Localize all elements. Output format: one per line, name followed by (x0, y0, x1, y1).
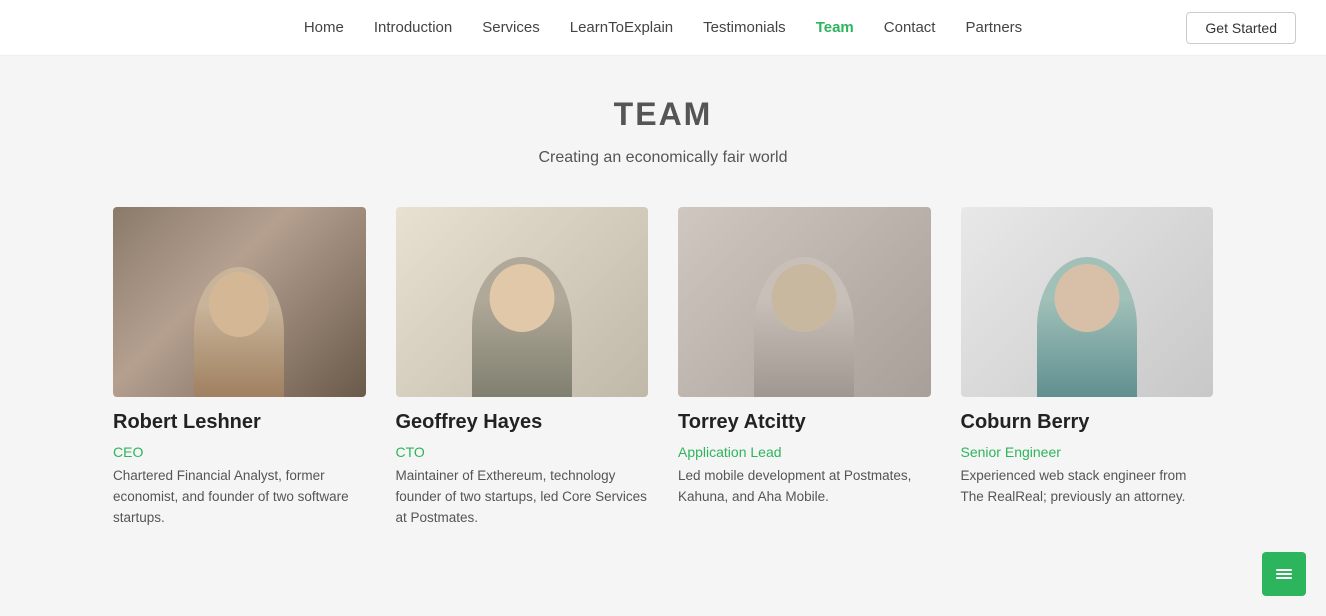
member-name-geoffrey: Geoffrey Hayes (396, 411, 649, 434)
team-card-robert-leshner: Robert Leshner CEO Chartered Financial A… (113, 207, 366, 529)
team-card-coburn-berry: Coburn Berry Senior Engineer Experienced… (961, 207, 1214, 529)
main-content: TEAM Creating an economically fair world… (0, 56, 1326, 616)
member-role-torrey: Application Lead (678, 444, 931, 460)
nav-team[interactable]: Team (816, 19, 854, 36)
member-bio-torrey: Led mobile development at Postmates, Kah… (678, 466, 931, 508)
member-bio-geoffrey: Maintainer of Exthereum, technology foun… (396, 466, 649, 529)
avatar-torrey-atcitty (678, 207, 931, 397)
avatar-coburn-berry (961, 207, 1214, 397)
member-role-coburn: Senior Engineer (961, 444, 1214, 460)
member-role-robert: CEO (113, 444, 366, 460)
member-name-robert: Robert Leshner (113, 411, 366, 434)
nav-services[interactable]: Services (482, 19, 540, 36)
team-card-geoffrey-hayes: Geoffrey Hayes CTO Maintainer of Exthere… (396, 207, 649, 529)
section-title: TEAM (60, 96, 1266, 133)
member-name-torrey: Torrey Atcitty (678, 411, 931, 434)
nav-introduction[interactable]: Introduction (374, 19, 452, 36)
nav-home[interactable]: Home (304, 19, 344, 36)
section-subtitle: Creating an economically fair world (60, 149, 1266, 167)
nav-testimonials[interactable]: Testimonials (703, 19, 786, 36)
fab-button[interactable] (1262, 552, 1306, 596)
member-role-geoffrey: CTO (396, 444, 649, 460)
get-started-button[interactable]: Get Started (1186, 12, 1296, 44)
team-grid: Robert Leshner CEO Chartered Financial A… (113, 207, 1213, 529)
nav-partners[interactable]: Partners (965, 19, 1022, 36)
navigation: Home Introduction Services LearnToExplai… (0, 0, 1326, 56)
nav-links: Home Introduction Services LearnToExplai… (304, 19, 1022, 36)
avatar-robert-leshner (113, 207, 366, 397)
nav-learntoexplain[interactable]: LearnToExplain (570, 19, 673, 36)
nav-contact[interactable]: Contact (884, 19, 936, 36)
avatar-geoffrey-hayes (396, 207, 649, 397)
member-name-coburn: Coburn Berry (961, 411, 1214, 434)
member-bio-robert: Chartered Financial Analyst, former econ… (113, 466, 366, 529)
team-card-torrey-atcitty: Torrey Atcitty Application Lead Led mobi… (678, 207, 931, 529)
member-bio-coburn: Experienced web stack engineer from The … (961, 466, 1214, 508)
